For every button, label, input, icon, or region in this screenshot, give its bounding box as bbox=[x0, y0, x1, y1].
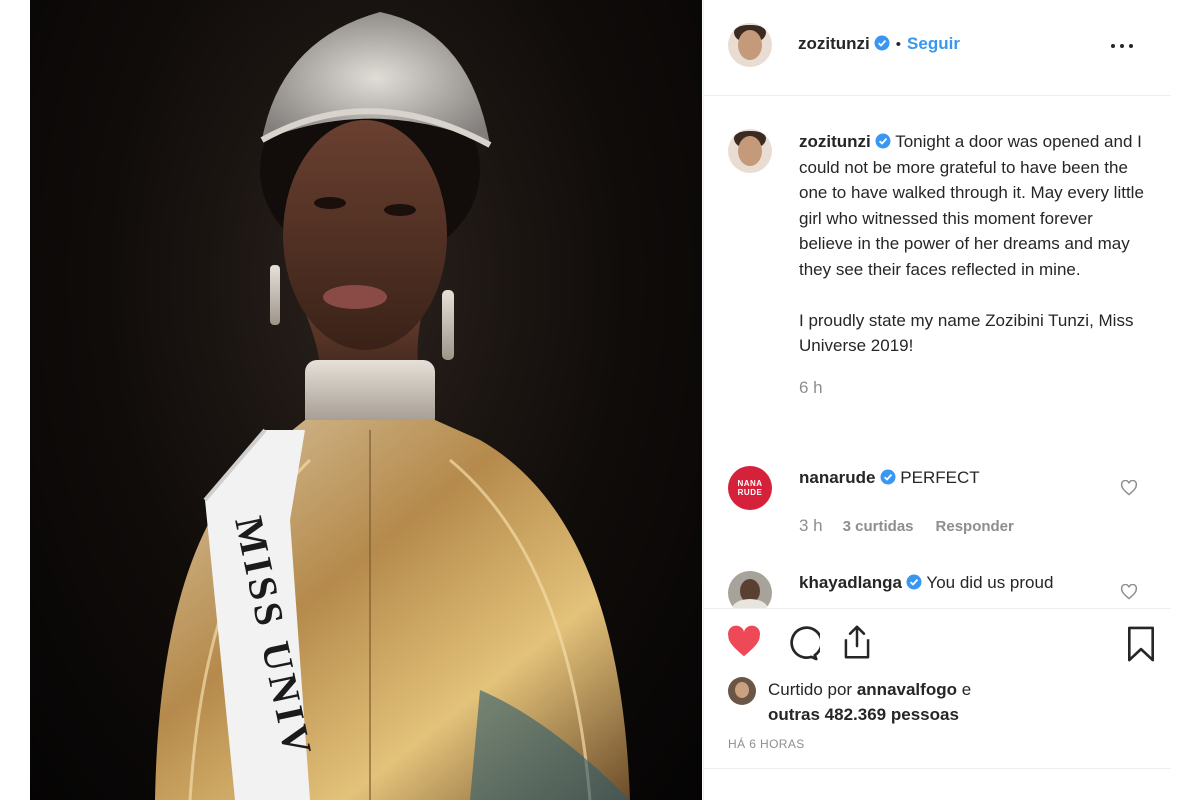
nanarude-avatar[interactable]: NANA RUDE bbox=[728, 466, 772, 510]
likes-summary[interactable]: Curtido por annavalfogo e outras 482.369… bbox=[768, 677, 971, 727]
caption-text-2: I proudly state my name Zozibini Tunzi, … bbox=[799, 310, 1134, 356]
add-comment-bar[interactable] bbox=[704, 768, 1171, 801]
caption-author-avatar[interactable] bbox=[728, 129, 772, 173]
follow-button[interactable]: Seguir bbox=[907, 34, 960, 53]
caption-timestamp[interactable]: 6 h bbox=[799, 375, 1144, 401]
comment-item: nanarude PERFECT bbox=[799, 468, 980, 488]
separator-dot: • bbox=[895, 36, 902, 53]
verified-badge-icon bbox=[906, 574, 922, 590]
post-timestamp[interactable]: HÁ 6 HORAS bbox=[728, 737, 805, 751]
portrait-illustration: MISS UNIV bbox=[155, 12, 630, 800]
likes-conj: e bbox=[961, 680, 972, 699]
heart-icon[interactable] bbox=[726, 625, 762, 659]
header-title-row: zozitunzi • Seguir bbox=[798, 34, 960, 54]
comment-username[interactable]: nanarude bbox=[799, 468, 876, 487]
author-avatar[interactable] bbox=[728, 23, 772, 67]
comments-list[interactable]: zozitunzi Tonight a door was opened and … bbox=[704, 96, 1171, 608]
nanarude-avatar-text: NANA RUDE bbox=[737, 479, 763, 497]
comment-icon[interactable] bbox=[784, 626, 820, 662]
verified-badge-icon bbox=[875, 133, 891, 149]
comment-item: khayadlanga You did us proud bbox=[799, 573, 1053, 593]
reply-button[interactable]: Responder bbox=[936, 518, 1014, 535]
post-photo[interactable]: MISS UNIV bbox=[30, 0, 702, 800]
comment-like-heart-icon[interactable] bbox=[1120, 480, 1138, 496]
verified-badge-icon bbox=[880, 469, 896, 485]
likes-count[interactable]: outras 482.369 pessoas bbox=[768, 705, 959, 724]
post-details-panel: zozitunzi • Seguir zozitunzi Tonight a doo… bbox=[703, 0, 1171, 800]
comment-meta: 3 h 3 curtidas Responder bbox=[799, 516, 1014, 536]
post-actions: Curtido por annavalfogo e outras 482.369… bbox=[704, 608, 1171, 769]
comment-username[interactable]: khayadlanga bbox=[799, 573, 902, 592]
comment-text: You did us proud bbox=[926, 573, 1054, 592]
more-options-icon[interactable] bbox=[1111, 36, 1139, 56]
post-header: zozitunzi • Seguir bbox=[704, 0, 1171, 96]
share-icon[interactable] bbox=[840, 624, 874, 660]
liker-avatar[interactable] bbox=[728, 677, 756, 705]
comment-like-heart-icon[interactable] bbox=[1120, 584, 1138, 600]
khayadlanga-avatar[interactable] bbox=[728, 571, 772, 608]
comment-text: PERFECT bbox=[900, 468, 980, 487]
liker-username[interactable]: annavalfogo bbox=[857, 680, 957, 699]
author-username[interactable]: zozitunzi bbox=[798, 34, 870, 53]
comment-likes[interactable]: 3 curtidas bbox=[843, 518, 914, 535]
verified-badge-icon bbox=[874, 35, 890, 51]
likes-prefix: Curtido por bbox=[768, 680, 853, 699]
bookmark-icon[interactable] bbox=[1126, 625, 1156, 663]
caption-username[interactable]: zozitunzi bbox=[799, 132, 871, 151]
comment-time[interactable]: 3 h bbox=[799, 516, 823, 535]
caption-text: Tonight a door was opened and I could no… bbox=[799, 132, 1144, 279]
post-caption: zozitunzi Tonight a door was opened and … bbox=[799, 129, 1144, 400]
